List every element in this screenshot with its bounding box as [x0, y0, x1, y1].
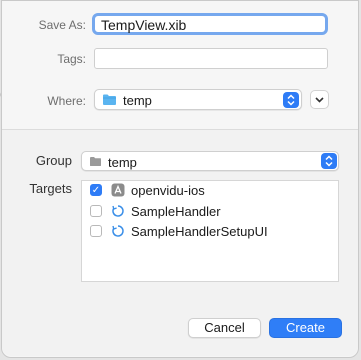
group-folder-icon [90, 157, 101, 166]
group-label: Group [35, 153, 72, 168]
save-as-label: Save As: [38, 18, 86, 32]
targets-list[interactable]: ✓ openvidu-ios SampleHandler SampleHandl… [81, 180, 339, 282]
folder-icon [103, 94, 116, 105]
targets-label: Targets [29, 181, 72, 196]
target-label: openvidu-ios [131, 183, 205, 198]
cancel-button[interactable]: Cancel [188, 318, 261, 338]
location-section: Save As: TempView.xib Tags: Where: temp [2, 1, 358, 130]
target-checkbox[interactable]: ✓ [90, 184, 102, 196]
chevron-updown-icon [283, 92, 299, 108]
extension-target-icon [112, 225, 124, 237]
where-value: temp [123, 93, 152, 108]
where-label: Where: [47, 94, 86, 108]
group-value: temp [108, 155, 137, 170]
target-label: SampleHandler [131, 204, 221, 219]
chevron-down-icon [315, 96, 324, 103]
group-popup[interactable]: temp [81, 151, 339, 171]
create-button[interactable]: Create [269, 318, 342, 338]
save-as-input[interactable]: TempView.xib [92, 13, 328, 35]
app-target-icon [111, 183, 125, 197]
target-checkbox[interactable] [90, 205, 102, 217]
target-label: SampleHandlerSetupUI [131, 224, 268, 239]
target-row-samplehandlersetupui[interactable]: SampleHandlerSetupUI [82, 222, 338, 242]
extension-target-icon [112, 205, 124, 217]
target-row-openvidu-ios[interactable]: ✓ openvidu-ios [82, 181, 338, 201]
where-popup[interactable]: temp [94, 89, 302, 110]
tags-label: Tags: [57, 52, 86, 66]
group-chevron-updown-icon [321, 153, 337, 169]
target-checkbox[interactable] [90, 225, 102, 237]
target-row-samplehandler[interactable]: SampleHandler [82, 202, 338, 222]
expand-dialog-button[interactable] [310, 90, 329, 109]
tags-input[interactable] [94, 48, 328, 69]
save-dialog: Save As: TempView.xib Tags: Where: temp … [1, 0, 359, 358]
